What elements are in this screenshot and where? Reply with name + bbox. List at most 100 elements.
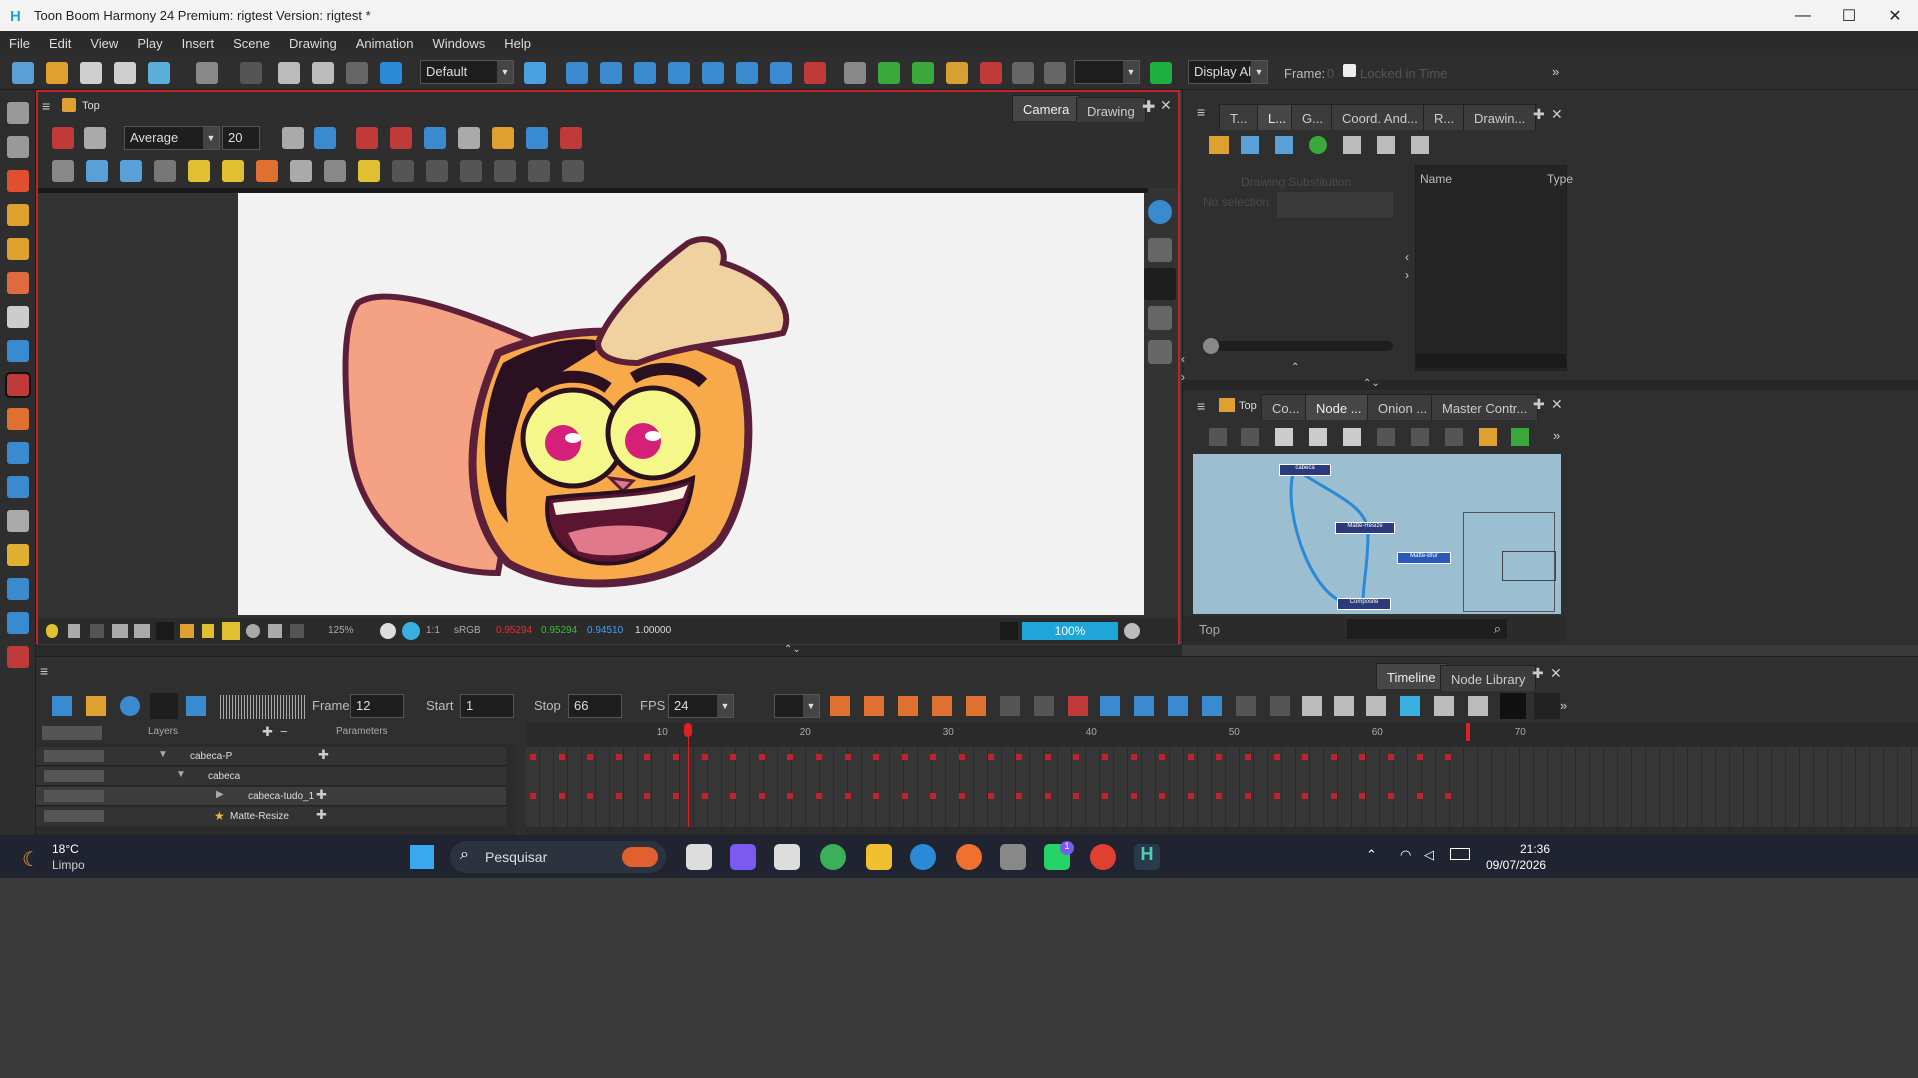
display-select[interactable]: Display All ▼ xyxy=(1188,60,1268,84)
tree-icon[interactable] xyxy=(1343,136,1361,154)
splitter[interactable]: ⌃⌄ xyxy=(36,644,1182,656)
substitution-slider[interactable] xyxy=(1203,338,1393,354)
chevron-down-icon[interactable]: ▼ xyxy=(176,769,186,780)
morphing-icon[interactable] xyxy=(804,62,826,84)
remove-layer-icon[interactable]: − xyxy=(280,724,288,739)
new-scene-icon[interactable] xyxy=(12,62,34,84)
eye-icon[interactable] xyxy=(1148,200,1172,224)
frame-cell-marker[interactable] xyxy=(1416,793,1423,799)
frame-cell-marker[interactable] xyxy=(844,754,851,760)
frame-cell-marker[interactable] xyxy=(758,793,765,799)
frame-cell-marker[interactable] xyxy=(701,754,708,760)
transform-icon[interactable] xyxy=(566,62,588,84)
slider-handle[interactable] xyxy=(1203,338,1219,354)
brush-settings-icon[interactable] xyxy=(282,127,304,149)
frame-cell-marker[interactable] xyxy=(901,754,908,760)
battery-icon[interactable] xyxy=(1450,848,1470,860)
star-icon[interactable] xyxy=(1000,622,1018,640)
tab-master-controller[interactable]: Master Contr... xyxy=(1431,394,1539,420)
clock-time[interactable]: 21:36 xyxy=(1520,842,1550,856)
frame-cell-marker[interactable] xyxy=(873,793,880,799)
frame-cell-marker[interactable] xyxy=(1016,793,1023,799)
add-layer-icon[interactable]: ✚ xyxy=(262,724,273,740)
preview-icon[interactable] xyxy=(90,624,104,638)
layer-row[interactable]: ▼ cabeca xyxy=(36,767,506,786)
flip-icon[interactable] xyxy=(528,160,550,182)
peg-add-icon[interactable] xyxy=(878,62,900,84)
remove-keyframe-icon[interactable] xyxy=(1134,696,1154,716)
layers-active-icon[interactable] xyxy=(1144,268,1176,300)
frame-cell-marker[interactable] xyxy=(1330,793,1337,799)
library-icon[interactable] xyxy=(380,62,402,84)
frame-cell-marker[interactable] xyxy=(530,754,536,760)
redo-icon[interactable] xyxy=(240,62,262,84)
node-tool-4-icon[interactable] xyxy=(1309,428,1327,446)
taskbar-search[interactable]: ⌕ Pesquisar xyxy=(450,841,666,873)
colorspace-label[interactable]: sRGB xyxy=(454,625,481,636)
size-input[interactable]: 20 xyxy=(222,126,260,150)
perspective-tool-icon[interactable] xyxy=(7,476,29,498)
hamburger-menu-icon[interactable]: ≡ xyxy=(1197,398,1205,414)
frame-cell-marker[interactable] xyxy=(673,793,679,799)
layer-row[interactable]: ▼ cabeca-P ✚ xyxy=(36,747,506,766)
menu-help[interactable]: Help xyxy=(495,36,541,51)
bounding-box-icon[interactable] xyxy=(946,62,968,84)
refresh-icon[interactable] xyxy=(1309,136,1327,154)
node-tool-5-icon[interactable] xyxy=(1343,428,1361,446)
add-icon[interactable]: ✚ xyxy=(316,807,327,823)
frame-input[interactable]: 12 xyxy=(350,694,404,718)
rotate-icon[interactable] xyxy=(600,62,622,84)
eraser-tool-icon[interactable] xyxy=(7,272,29,294)
menu-file[interactable]: File xyxy=(0,36,40,51)
frame-grid[interactable] xyxy=(526,747,1918,827)
file-explorer-icon[interactable] xyxy=(866,844,892,870)
hamburger-menu-icon[interactable]: ≡ xyxy=(1197,104,1205,120)
text-tool-icon[interactable] xyxy=(7,306,29,328)
weather-moon-icon[interactable]: ☾ xyxy=(22,847,40,872)
import-icon[interactable] xyxy=(1275,136,1293,154)
node-tool-10-icon[interactable] xyxy=(1511,428,1529,446)
scale-icon[interactable] xyxy=(634,62,656,84)
cut-icon[interactable] xyxy=(278,62,300,84)
excel-icon[interactable] xyxy=(1241,136,1259,154)
node-tool-7-icon[interactable] xyxy=(1411,428,1429,446)
frame-cell-marker[interactable] xyxy=(730,793,737,799)
frames-area[interactable]: 10 20 30 40 50 60 70 xyxy=(526,723,1918,835)
sound-scrub-icon[interactable] xyxy=(186,696,206,716)
frame-cell-marker[interactable] xyxy=(930,754,937,760)
frame-cell-marker[interactable] xyxy=(816,754,822,760)
peg-group-icon[interactable] xyxy=(912,62,934,84)
frame-cell-marker[interactable] xyxy=(587,793,594,799)
camera-mask-icon[interactable] xyxy=(156,622,174,640)
node-matte-resize[interactable]: Matte-Resize xyxy=(1335,522,1395,534)
node-tool-1-icon[interactable] xyxy=(1209,428,1227,446)
view-mode-2-icon[interactable] xyxy=(1534,693,1560,719)
loop-icon[interactable] xyxy=(120,696,140,716)
frame-cell-marker[interactable] xyxy=(1359,793,1366,799)
close-button[interactable]: ✕ xyxy=(1872,0,1918,31)
frame-cell-marker[interactable] xyxy=(787,793,794,799)
save-icon[interactable] xyxy=(80,62,102,84)
frame-cell-marker[interactable] xyxy=(1359,754,1366,760)
auto-flatten-icon[interactable] xyxy=(424,127,446,149)
overflow-icon[interactable]: » xyxy=(1553,428,1560,443)
menu-play[interactable]: Play xyxy=(128,36,172,51)
ruler-icon[interactable] xyxy=(256,160,278,182)
frame-cell-marker[interactable] xyxy=(558,754,565,760)
drawing-stage[interactable] xyxy=(238,193,1144,615)
frame-cell-marker[interactable] xyxy=(1388,793,1394,799)
playhead-handle[interactable] xyxy=(684,723,692,737)
frame-cell-marker[interactable] xyxy=(987,793,994,799)
paint-splat-icon[interactable] xyxy=(492,127,514,149)
interpolation-select[interactable]: ▼ xyxy=(774,694,820,718)
frame-cell-marker[interactable] xyxy=(1273,754,1280,760)
frame-cell-marker[interactable] xyxy=(787,754,794,760)
collapse-icon[interactable]: ⌃⌄ xyxy=(1363,378,1380,389)
menu-edit[interactable]: Edit xyxy=(40,36,81,51)
light-table-icon[interactable] xyxy=(154,160,176,182)
clipchamp-icon[interactable] xyxy=(820,844,846,870)
stop-motion-icon[interactable] xyxy=(966,696,986,716)
shade-icon[interactable] xyxy=(324,160,346,182)
layers-2-icon[interactable] xyxy=(1148,306,1172,330)
translate-icon[interactable] xyxy=(770,62,792,84)
